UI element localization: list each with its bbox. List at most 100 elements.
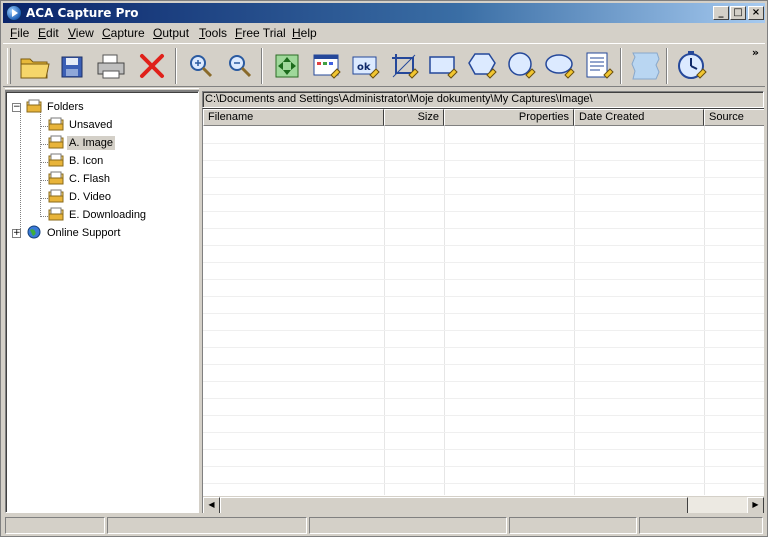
toolbar: ok »: [3, 43, 765, 87]
capture-folder-icon: [48, 153, 64, 167]
menu-capture[interactable]: Capture: [102, 26, 145, 40]
capture-file-list[interactable]: Filename Size Properties Date Created So…: [202, 108, 764, 513]
column-header-source[interactable]: Source: [704, 109, 764, 126]
tree-label: Folders: [47, 101, 84, 113]
zoom-in-icon[interactable]: [184, 49, 218, 83]
grid-line: [574, 126, 575, 495]
scroll-right-button[interactable]: ▶: [747, 497, 764, 513]
menu-view[interactable]: View: [68, 26, 94, 40]
expand-online-support-button[interactable]: +: [12, 229, 21, 238]
grid-line: [203, 262, 764, 263]
grid-line: [203, 160, 764, 161]
app-window: ACA Capture Pro _ □ × File Edit View Cap…: [0, 0, 768, 537]
print-icon[interactable]: [94, 49, 128, 83]
tree-node-downloading[interactable]: E. Downloading: [48, 207, 148, 225]
status-panel: [309, 517, 507, 534]
tree-node-flash[interactable]: C. Flash: [48, 171, 112, 189]
tree-label: A. Image: [67, 136, 116, 150]
column-header-date-created[interactable]: Date Created: [574, 109, 704, 126]
tree-node-online-support[interactable]: Online Support: [26, 225, 122, 243]
save-icon[interactable]: [55, 49, 89, 83]
capture-rectangle-icon[interactable]: [426, 49, 460, 83]
capture-polygon-icon[interactable]: [465, 49, 499, 83]
capture-rounded-icon[interactable]: [543, 49, 577, 83]
window-title: ACA Capture Pro: [26, 6, 139, 20]
status-panel: [509, 517, 637, 534]
grid-line: [384, 126, 385, 495]
capture-scroll-icon[interactable]: [582, 49, 616, 83]
close-button[interactable]: ×: [748, 6, 764, 20]
tree-node-unsaved[interactable]: Unsaved: [48, 117, 114, 135]
grid-line: [203, 177, 764, 178]
capture-ellipse-icon[interactable]: [504, 49, 538, 83]
menu-file[interactable]: File: [10, 26, 29, 40]
grid-line: [203, 449, 764, 450]
tree-node-image[interactable]: A. Image: [48, 135, 116, 153]
list-header: Filename Size Properties Date Created So…: [203, 109, 764, 126]
scroll-thumb[interactable]: [220, 497, 688, 513]
grid-line: [203, 296, 764, 297]
tree-label: C. Flash: [69, 173, 110, 185]
app-icon[interactable]: [6, 5, 22, 21]
capture-folder-icon: [48, 117, 64, 131]
collapse-folders-button[interactable]: −: [12, 103, 21, 112]
menu-help[interactable]: Help: [292, 26, 317, 40]
tree-node-folders[interactable]: Folders: [26, 99, 86, 117]
svg-text:ok: ok: [357, 62, 371, 73]
menu-bar: File Edit View Capture Output Tools Free…: [3, 24, 765, 42]
zoom-out-icon[interactable]: [223, 49, 257, 83]
column-header-size[interactable]: Size: [384, 109, 444, 126]
toolbar-grip[interactable]: [7, 48, 11, 84]
grid-line: [203, 483, 764, 484]
menu-tools[interactable]: Tools: [199, 26, 227, 40]
grid-line: [203, 211, 764, 212]
status-panel: [639, 517, 763, 534]
tree-line: [20, 109, 21, 237]
grid-line: [203, 228, 764, 229]
tree-label: Unsaved: [69, 119, 113, 131]
toolbar-separator: [620, 48, 622, 84]
minimize-button[interactable]: _: [713, 6, 729, 20]
menu-free-trial[interactable]: Free Trial: [235, 26, 286, 40]
path-bar: C:\Documents and Settings\Administrator\…: [202, 91, 764, 108]
capture-ok-icon[interactable]: ok: [348, 49, 382, 83]
grid-line: [704, 126, 705, 495]
title-bar[interactable]: ACA Capture Pro _ □ ×: [3, 3, 765, 23]
grid-line: [203, 194, 764, 195]
tree-label: E. Downloading: [69, 209, 147, 221]
horizontal-scrollbar[interactable]: ◀ ▶: [203, 496, 764, 513]
menu-edit[interactable]: Edit: [38, 26, 59, 40]
tree-label: D. Video: [69, 191, 111, 203]
maximize-button[interactable]: □: [730, 6, 746, 20]
folders-root-icon: [26, 99, 42, 113]
grid-line: [203, 398, 764, 399]
scroll-left-button[interactable]: ◀: [203, 497, 220, 513]
delete-icon[interactable]: [135, 49, 169, 83]
grid-line: [203, 347, 764, 348]
grid-line: [203, 466, 764, 467]
timer-icon[interactable]: [675, 49, 709, 83]
folder-tree[interactable]: − Folders Unsaved A. Image B. Icon C. Fl…: [5, 91, 199, 513]
menu-output[interactable]: Output: [153, 26, 189, 40]
grid-line: [203, 279, 764, 280]
capture-freehand-icon[interactable]: [629, 49, 663, 83]
capture-window-icon[interactable]: [309, 49, 343, 83]
column-header-properties[interactable]: Properties: [444, 109, 574, 126]
grid-line: [203, 330, 764, 331]
capture-folder-icon: [48, 171, 64, 185]
tree-node-video[interactable]: D. Video: [48, 189, 113, 207]
grid-line: [203, 143, 764, 144]
column-header-filename[interactable]: Filename: [203, 109, 384, 126]
status-bar: [3, 516, 765, 535]
toolbar-overflow-chevron[interactable]: »: [752, 46, 759, 59]
capture-region-icon[interactable]: [387, 49, 421, 83]
open-folder-icon[interactable]: [17, 49, 51, 83]
status-panel: [107, 517, 307, 534]
tree-label: B. Icon: [69, 155, 104, 167]
capture-move-icon[interactable]: [270, 49, 304, 83]
grid-line: [444, 126, 445, 495]
tree-node-icon[interactable]: B. Icon: [48, 153, 105, 171]
grid-line: [203, 313, 764, 314]
capture-folder-icon: [48, 135, 64, 149]
tree-label: Online Support: [47, 227, 121, 239]
